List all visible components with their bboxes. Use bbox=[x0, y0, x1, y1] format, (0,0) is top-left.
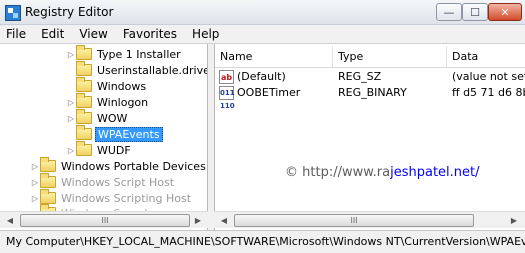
binary-value-icon: 011 110 bbox=[219, 86, 235, 110]
list-item-oobetimer[interactable]: 011 110 OOBETimer REG_BINARY ff d5 71 d6 … bbox=[215, 85, 525, 110]
value-name: OOBETimer bbox=[237, 86, 301, 99]
tree-item-label: Windows Script Host bbox=[61, 175, 175, 189]
expand-arrow-icon[interactable]: ▷ bbox=[66, 98, 76, 107]
grip-icon: III bbox=[350, 216, 358, 225]
value-data: (value not set) bbox=[452, 70, 525, 83]
menu-favorites[interactable]: Favorites bbox=[123, 27, 177, 41]
tree-item-label: WPAEvents bbox=[95, 126, 163, 142]
folder-icon bbox=[76, 61, 92, 76]
column-header-name[interactable]: Name bbox=[215, 46, 333, 68]
tree-item-userinstallable[interactable]: Userinstallable.drive bbox=[66, 61, 208, 78]
expand-arrow-icon[interactable]: ▷ bbox=[30, 194, 40, 203]
window-title: Registry Editor bbox=[25, 5, 114, 19]
folder-icon bbox=[76, 141, 92, 156]
folder-icon bbox=[40, 189, 56, 204]
menu-view[interactable]: View bbox=[79, 27, 107, 41]
tree-horizontal-scrollbar[interactable]: ◀ III ▶ bbox=[0, 211, 208, 228]
registry-tree[interactable]: ▷ Type 1 Installer Userinstallable.drive… bbox=[0, 44, 208, 230]
tree-item-label: Userinstallable.drive bbox=[97, 63, 208, 77]
close-button[interactable]: ✕ bbox=[488, 3, 522, 21]
tree-item-label: Winlogon bbox=[97, 95, 149, 109]
tree-item-label: Windows Portable Devices bbox=[61, 159, 206, 173]
column-header-data[interactable]: Data bbox=[447, 46, 525, 68]
folder-icon bbox=[76, 45, 92, 60]
registry-editor-icon bbox=[5, 5, 21, 21]
registry-path: My Computer\HKEY_LOCAL_MACHINE\SOFTWARE\… bbox=[6, 235, 525, 248]
column-header-type[interactable]: Type bbox=[333, 46, 447, 68]
folder-icon bbox=[40, 173, 56, 188]
scroll-right-icon[interactable]: ▶ bbox=[506, 213, 522, 228]
maximize-button[interactable]: ☐ bbox=[462, 3, 488, 21]
folder-icon bbox=[76, 77, 92, 92]
scroll-left-icon[interactable]: ◀ bbox=[2, 213, 18, 228]
string-value-icon: ab bbox=[219, 70, 234, 84]
expand-arrow-icon[interactable]: ▷ bbox=[30, 178, 40, 187]
tree-item-wpaevents[interactable]: WPAEvents bbox=[66, 125, 163, 142]
menu-edit[interactable]: Edit bbox=[41, 27, 64, 41]
watermark-highlight: jeshpatel.net/ bbox=[390, 165, 480, 180]
scroll-right-icon[interactable]: ▶ bbox=[190, 213, 206, 228]
expand-arrow-icon[interactable]: ▷ bbox=[30, 162, 40, 171]
list-header: Name Type Data bbox=[215, 46, 525, 68]
value-data: ff d5 71 d6 8b bbox=[452, 86, 525, 99]
tree-item-windows-portable-devices[interactable]: ▷ Windows Portable Devices bbox=[30, 157, 207, 174]
expand-arrow-icon[interactable]: ▷ bbox=[66, 146, 76, 155]
folder-icon bbox=[76, 93, 92, 108]
expand-arrow-icon[interactable]: ▷ bbox=[66, 114, 76, 123]
tree-item-winlogon[interactable]: ▷ Winlogon bbox=[66, 93, 150, 110]
scroll-thumb[interactable]: III bbox=[20, 214, 190, 227]
list-horizontal-scrollbar[interactable]: ◀ III ▶ bbox=[214, 211, 525, 228]
tree-item-windows-scripting-host[interactable]: ▷ Windows Scripting Host bbox=[30, 189, 193, 206]
tree-item-label: WOW bbox=[97, 111, 128, 125]
scroll-thumb[interactable]: III bbox=[234, 214, 474, 227]
title-bar: Registry Editor — ☐ ✕ bbox=[0, 0, 525, 25]
minimize-button[interactable]: — bbox=[436, 3, 462, 21]
watermark-prefix: © http://www.ra bbox=[285, 165, 391, 180]
tree-item-windows-script-host[interactable]: ▷ Windows Script Host bbox=[30, 173, 176, 190]
tree-item-type1-installer[interactable]: ▷ Type 1 Installer bbox=[66, 45, 183, 62]
tree-item-windows[interactable]: Windows bbox=[66, 77, 148, 94]
tree-item-label: Windows bbox=[97, 79, 147, 93]
menu-help[interactable]: Help bbox=[192, 27, 219, 41]
folder-icon bbox=[76, 109, 92, 124]
folder-icon bbox=[76, 125, 92, 140]
status-bar: My Computer\HKEY_LOCAL_MACHINE\SOFTWARE\… bbox=[0, 230, 525, 253]
menu-bar: File Edit View Favorites Help bbox=[0, 25, 525, 44]
tree-item-wudf[interactable]: ▷ WUDF bbox=[66, 141, 133, 158]
value-name: (Default) bbox=[237, 70, 286, 83]
scroll-left-icon[interactable]: ◀ bbox=[216, 213, 232, 228]
folder-icon bbox=[40, 157, 56, 172]
menu-file[interactable]: File bbox=[6, 27, 26, 41]
tree-item-label: Type 1 Installer bbox=[97, 47, 181, 61]
list-item-default[interactable]: ab (Default) REG_SZ (value not set) bbox=[215, 69, 525, 85]
value-type: REG_SZ bbox=[338, 70, 382, 83]
tree-item-label: WUDF bbox=[97, 143, 131, 157]
values-list[interactable]: Name Type Data ab (Default) REG_SZ (valu… bbox=[214, 44, 525, 230]
grip-icon: III bbox=[101, 216, 109, 225]
expand-arrow-icon[interactable]: ▷ bbox=[66, 50, 76, 59]
tree-item-label: Windows Scripting Host bbox=[61, 191, 192, 205]
tree-item-wow[interactable]: ▷ WOW bbox=[66, 109, 129, 126]
watermark-text: © http://www.rajeshpatel.net/ bbox=[285, 165, 480, 180]
value-type: REG_BINARY bbox=[338, 86, 407, 99]
